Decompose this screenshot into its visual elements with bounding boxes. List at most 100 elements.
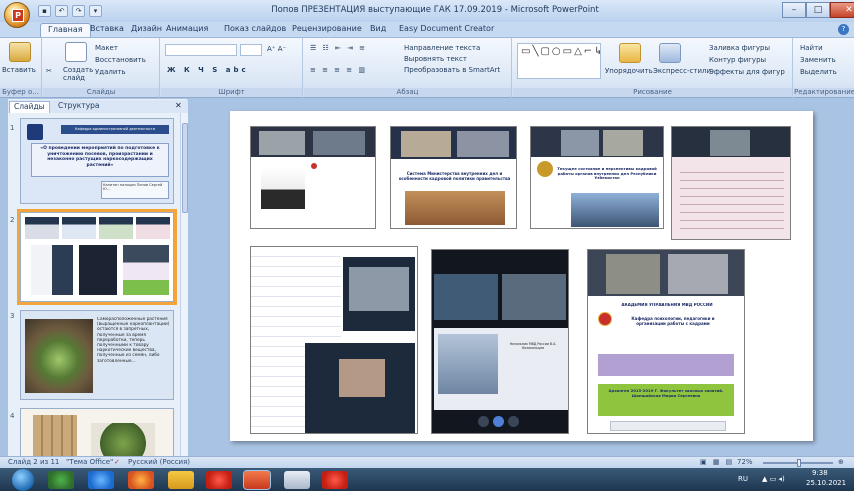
slide-thumbnail-3[interactable]: Саморасположенные растения (выращенные н… — [20, 310, 174, 400]
quick-styles-button[interactable]: Экспресс-стили — [653, 67, 711, 75]
figure-graphic — [261, 167, 305, 223]
minimize-button[interactable]: – — [782, 2, 806, 18]
layout-button[interactable]: Макет — [95, 44, 118, 52]
tab-easy-document-creator[interactable]: Easy Document Creator — [399, 24, 494, 33]
font-grow-button[interactable]: A⁺ A⁻ — [267, 45, 286, 53]
camera-icon[interactable] — [493, 416, 504, 427]
maximize-button[interactable]: □ — [806, 2, 830, 18]
mic-icon[interactable] — [478, 416, 489, 427]
fit-to-window-icon[interactable]: ⊕ — [838, 458, 844, 466]
paste-icon[interactable] — [9, 42, 31, 62]
slide-image-3[interactable]: Текущее состояние и перспективы кадровой… — [530, 126, 664, 229]
slide-image-1[interactable] — [250, 126, 376, 229]
save-icon[interactable]: ▪ — [38, 5, 51, 17]
zoom-level[interactable]: 72% — [737, 458, 753, 466]
tab-slideshow[interactable]: Показ слайдов — [224, 24, 286, 33]
font-group: A⁺ A⁻ Ж К Ч S abc Шрифт — [161, 38, 303, 98]
video-participant — [339, 359, 385, 397]
slide-image-2[interactable]: Система Министерства внутренних дел и ос… — [390, 126, 517, 229]
align-buttons[interactable]: ≡ ≡ ≡ ≡ ▥ — [310, 66, 367, 74]
delete-button[interactable]: Удалить — [95, 68, 126, 76]
clock-date[interactable]: 25.10.2021 — [806, 479, 846, 487]
chrome-icon[interactable] — [48, 471, 74, 489]
tray-icons[interactable]: ▲ ▭ ◂) — [762, 475, 785, 483]
tab-view[interactable]: Вид — [370, 24, 386, 33]
font-family-select[interactable] — [165, 44, 237, 56]
help-icon[interactable]: ? — [838, 24, 849, 35]
paste-button[interactable]: Вставить — [2, 66, 36, 74]
select-button[interactable]: Выделить — [800, 68, 837, 76]
slides-pane-scrollbar[interactable] — [180, 113, 188, 456]
text-direction-button[interactable]: Направление текста — [404, 44, 480, 52]
slide-thumbnail-1[interactable]: Кафедра административной деятельности «О… — [20, 118, 174, 204]
arrange-icon[interactable] — [619, 43, 641, 63]
paragraph-group: ☰ ☷ ⇤ ⇥ ≡ ≡ ≡ ≡ ≡ ▥ Направление текста В… — [304, 38, 512, 98]
powerpoint-taskbar-icon[interactable] — [243, 470, 271, 490]
start-button[interactable] — [12, 469, 34, 491]
ribbon-tabs: Главная Вставка Дизайн Анимация Показ сл… — [0, 22, 854, 37]
language-status[interactable]: Русский (Россия) — [128, 458, 190, 466]
zoom-slider-thumb[interactable] — [797, 459, 801, 467]
video-participant — [710, 130, 750, 156]
close-pane-icon[interactable]: ✕ — [175, 101, 182, 110]
quick-styles-icon[interactable] — [659, 43, 681, 63]
redo-icon[interactable]: ↷ — [72, 5, 85, 17]
slide-image-6[interactable]: Начальник МВД России В.А. Колокольцев — [431, 249, 569, 434]
tab-animation[interactable]: Анимация — [166, 24, 208, 33]
input-language[interactable]: RU — [738, 475, 748, 483]
yandex-icon[interactable] — [206, 471, 232, 489]
window-controls: – □ ✕ — [782, 2, 854, 18]
tab-outline[interactable]: Структура — [54, 101, 104, 110]
video-participant — [561, 130, 599, 156]
theme-name: "Тема Office" — [66, 458, 114, 466]
slide-thumbnail-4[interactable] — [20, 408, 174, 456]
mini-tile — [62, 217, 96, 239]
current-slide[interactable]: Система Министерства внутренних дел и ос… — [230, 111, 813, 441]
font-format-buttons[interactable]: Ж К Ч S abc — [167, 66, 249, 74]
list-buttons[interactable]: ☰ ☷ ⇤ ⇥ ≡ — [310, 44, 367, 52]
close-button[interactable]: ✕ — [830, 2, 854, 18]
spellcheck-icon[interactable]: ✓ — [114, 458, 120, 466]
share-icon[interactable] — [508, 416, 519, 427]
shape-outline-button[interactable]: Контур фигуры — [709, 56, 766, 64]
shape-fill-button[interactable]: Заливка фигуры — [709, 44, 770, 52]
undo-icon[interactable]: ↶ — [55, 5, 68, 17]
clock-time[interactable]: 9:38 — [812, 469, 828, 477]
slide-image-7[interactable]: АКАДЕМИЯ УПРАВЛЕНИЯ МВД РОССИИ Кафедра п… — [587, 249, 745, 434]
tab-design[interactable]: Дизайн — [131, 24, 162, 33]
smartart-button[interactable]: Преобразовать в SmartArt — [404, 66, 500, 74]
firefox-icon[interactable] — [128, 471, 154, 489]
arrange-button[interactable]: Упорядочить — [605, 67, 653, 75]
tab-slides[interactable]: Слайды — [9, 101, 50, 113]
video-strip — [588, 250, 744, 296]
ie-icon[interactable] — [88, 471, 114, 489]
new-slide-icon[interactable] — [65, 42, 87, 62]
purple-banner — [598, 354, 734, 376]
shapes-gallery[interactable]: ▭╲▢○▭△⌐↳⊓☆ — [517, 43, 601, 79]
new-slide-button[interactable]: Создать слайд — [63, 66, 93, 82]
font-size-select[interactable] — [240, 44, 262, 56]
editing-group: Найти Заменить Выделить Редактирование — [794, 38, 854, 98]
view-buttons[interactable]: ▣ ▦ ▤ — [700, 458, 734, 466]
scrollbar-thumb[interactable] — [182, 123, 188, 213]
replace-button[interactable]: Заменить — [800, 56, 836, 64]
shape-effects-button[interactable]: Эффекты для фигур — [709, 68, 785, 76]
video-strip — [391, 127, 516, 159]
tab-review[interactable]: Рецензирование — [292, 24, 362, 33]
slide-image-5[interactable] — [250, 246, 418, 434]
folder-icon[interactable] — [168, 471, 194, 489]
find-button[interactable]: Найти — [800, 44, 823, 52]
tab-home[interactable]: Главная — [40, 23, 91, 37]
customize-qat-icon[interactable]: ▾ — [89, 5, 102, 17]
yandex-browser-icon[interactable] — [322, 471, 348, 489]
tab-insert[interactable]: Вставка — [90, 24, 124, 33]
slide-thumbnail-2[interactable] — [17, 209, 177, 305]
video-participant — [502, 274, 566, 320]
powerpoint-logo-icon: P — [12, 9, 24, 22]
align-text-button[interactable]: Выровнять текст — [404, 55, 467, 63]
reset-button[interactable]: Восстановить — [95, 56, 146, 64]
video-participant — [313, 131, 365, 155]
slide-image-4[interactable] — [671, 126, 791, 240]
notepad-icon[interactable] — [284, 471, 310, 489]
office-button[interactable]: P — [4, 2, 30, 28]
